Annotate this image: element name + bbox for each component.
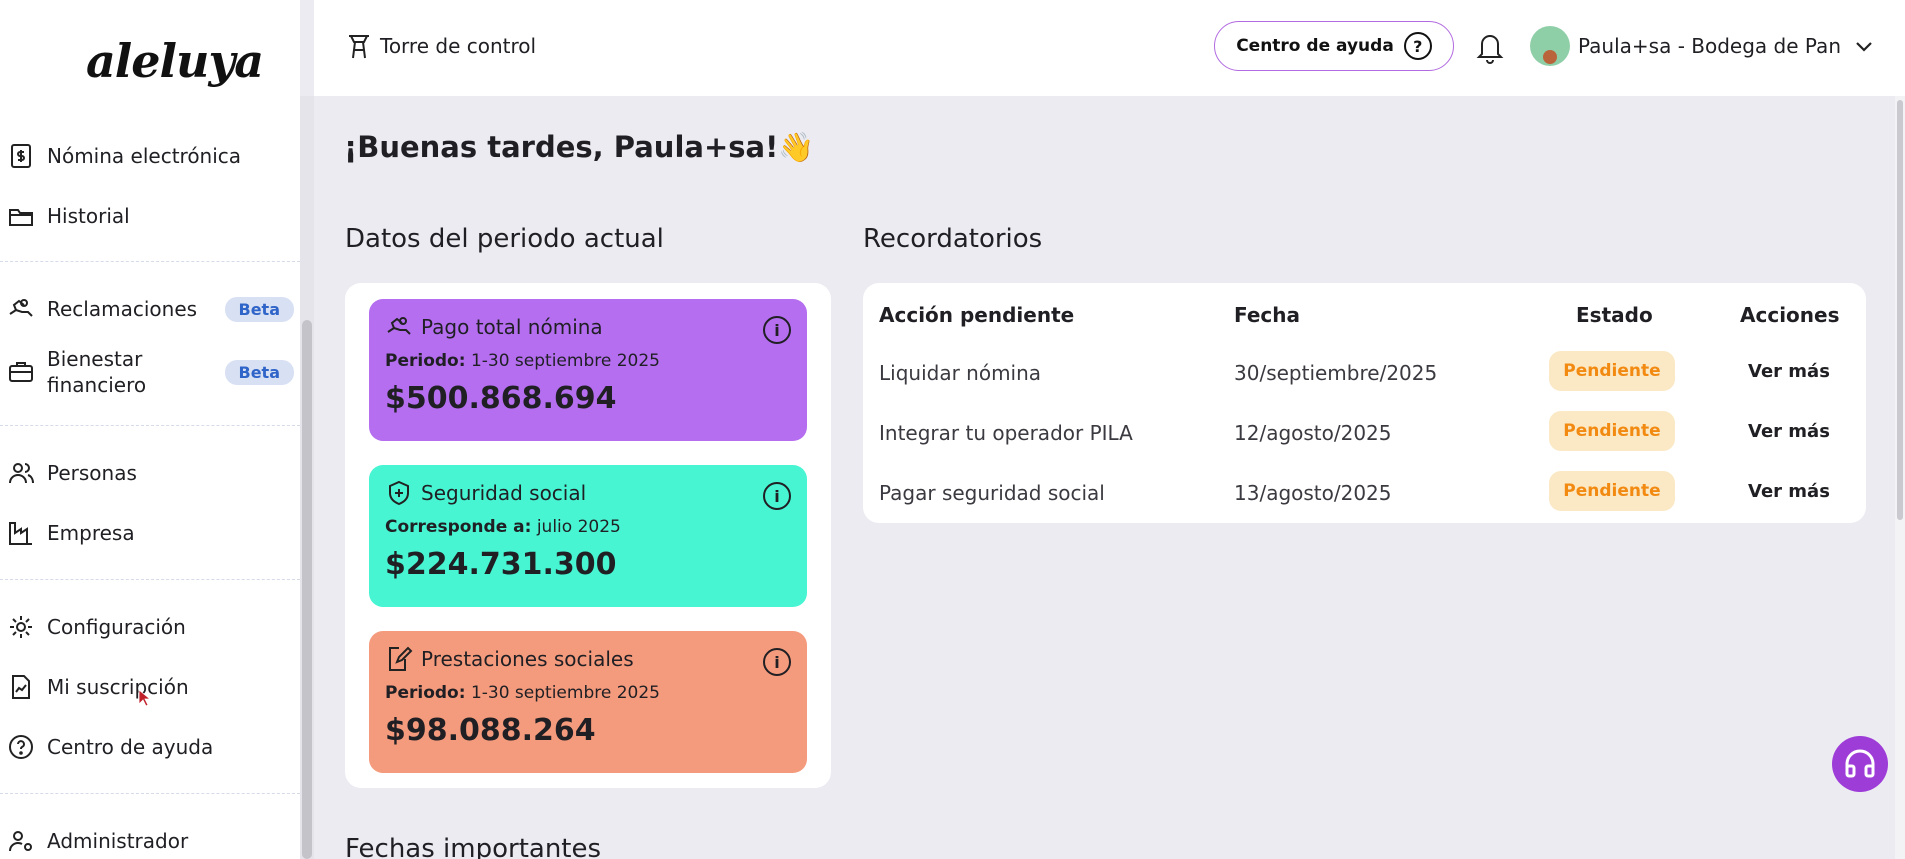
sidebar-item-configuracion[interactable]: Configuración [0, 604, 300, 650]
gear-icon [6, 612, 36, 642]
sidebar-item-label: Empresa [47, 521, 135, 545]
main-scrollbar-thumb[interactable] [1897, 100, 1903, 520]
payroll-document-icon [6, 141, 36, 171]
shield-plus-icon [389, 480, 409, 506]
control-tower-label: Torre de control [380, 34, 537, 58]
period-section-title: Datos del periodo actual [345, 224, 664, 254]
card-subtitle: Periodo: 1-30 septiembre 2025 [385, 683, 660, 703]
important-dates-title: Fechas importantes [345, 834, 602, 859]
card-subtitle: Corresponde a: julio 2025 [385, 517, 621, 537]
status-badge: Pendiente [1549, 471, 1675, 511]
card-title: Prestaciones sociales [421, 647, 634, 671]
help-circle-icon [6, 732, 36, 762]
help-center-label: Centro de ayuda [1236, 36, 1394, 56]
sidebar-item-mi-suscripcion[interactable]: Mi suscripción [0, 664, 300, 710]
sidebar-item-label: Configuración [47, 615, 186, 639]
sidebar-item-administrador[interactable]: Administrador [0, 818, 300, 859]
card-amount: $224.731.300 [385, 547, 617, 582]
control-tower-link[interactable]: Torre de control [346, 32, 536, 60]
sidebar-divider [0, 793, 300, 794]
info-icon[interactable]: i [763, 482, 791, 510]
row-date: 30/septiembre/2025 [1234, 361, 1438, 385]
see-more-link[interactable]: Ver más [1748, 421, 1830, 442]
sidebar-item-label: Nómina electrónica [47, 144, 242, 168]
folder-icon [6, 201, 36, 231]
sidebar-item-reclamaciones[interactable]: Reclamaciones Beta [0, 286, 300, 332]
col-header-status: Estado [1576, 303, 1653, 327]
card-title: Seguridad social [421, 481, 587, 505]
sidebar-divider [0, 579, 300, 580]
topbar: Torre de control Centro de ayuda ? Paula… [314, 0, 1905, 96]
bell-icon[interactable] [1474, 30, 1506, 64]
social-security-card: Seguridad social i Corresponde a: julio … [369, 465, 807, 607]
factory-icon [6, 518, 36, 548]
table-row: Integrar tu operador PILA 12/agosto/2025… [863, 403, 1866, 463]
people-icon [6, 458, 36, 488]
col-header-actions: Acciones [1740, 303, 1840, 327]
headset-icon [1845, 749, 1875, 778]
reminders-table: Acción pendiente Fecha Estado Acciones L… [863, 283, 1866, 523]
sidebar-item-empresa[interactable]: Empresa [0, 510, 300, 556]
briefcase-icon [6, 357, 36, 387]
card-amount: $500.868.694 [385, 381, 617, 416]
sidebar-item-label: Administrador [47, 829, 189, 853]
control-tower-icon [349, 35, 369, 59]
sidebar-item-nomina-electronica[interactable]: Nómina electrónica [0, 133, 300, 179]
beta-badge: Beta [224, 296, 294, 322]
see-more-link[interactable]: Ver más [1748, 361, 1830, 382]
sidebar-item-label: Bienestar financiero [47, 347, 147, 397]
sidebar-item-personas[interactable]: Personas [0, 450, 300, 496]
help-center-button[interactable]: Centro de ayuda ? [1214, 21, 1454, 71]
greeting-heading: ¡Buenas tardes, Paula+sa!👋 [344, 130, 815, 164]
support-chat-button[interactable] [1832, 736, 1888, 792]
sidebar: aleluya Nómina electrónica Historial Rec… [0, 0, 300, 859]
sidebar-item-label: Mi suscripción [47, 675, 189, 699]
sidebar-item-centro-de-ayuda[interactable]: Centro de ayuda [0, 724, 300, 770]
document-edit-icon [389, 646, 413, 671]
period-data-panel: Pago total nómina i Periodo: 1-30 septie… [345, 283, 831, 788]
sidebar-item-label: Centro de ayuda [47, 735, 214, 759]
row-date: 12/agosto/2025 [1234, 421, 1392, 445]
sidebar-item-label: Reclamaciones [47, 297, 198, 321]
sidebar-item-label: Historial [47, 204, 130, 228]
beta-badge: Beta [224, 359, 294, 385]
mouse-cursor-icon [138, 689, 150, 707]
aleluya-logo[interactable]: aleluya [86, 34, 264, 88]
row-date: 13/agosto/2025 [1234, 481, 1392, 505]
question-icon: ? [1403, 32, 1432, 60]
status-badge: Pendiente [1549, 351, 1675, 391]
table-row: Liquidar nómina 30/septiembre/2025 Pendi… [863, 343, 1866, 403]
payroll-total-card: Pago total nómina i Periodo: 1-30 septie… [369, 299, 807, 441]
info-icon[interactable]: i [763, 316, 791, 344]
card-amount: $98.088.264 [385, 713, 596, 748]
status-badge: Pendiente [1549, 411, 1675, 451]
avatar [1530, 26, 1570, 66]
card-title: Pago total nómina [421, 315, 603, 339]
sidebar-item-label: Personas [47, 461, 137, 485]
sidebar-divider [0, 261, 300, 262]
table-row: Pagar seguridad social 13/agosto/2025 Pe… [863, 463, 1866, 523]
sidebar-divider [0, 425, 300, 426]
see-more-link[interactable]: Ver más [1748, 481, 1830, 502]
subscription-icon [6, 672, 36, 702]
sidebar-item-historial[interactable]: Historial [0, 193, 300, 239]
payment-hand-icon [387, 317, 411, 335]
info-icon[interactable]: i [763, 648, 791, 676]
claims-hand-icon [6, 294, 36, 324]
row-action: Integrar tu operador PILA [879, 421, 1133, 445]
row-action: Liquidar nómina [879, 361, 1042, 385]
sidebar-item-bienestar-financiero[interactable]: Bienestar financiero Beta [0, 343, 300, 401]
sidebar-scrollbar-thumb[interactable] [302, 320, 312, 859]
row-action: Pagar seguridad social [879, 481, 1105, 505]
col-header-date: Fecha [1234, 303, 1301, 327]
admin-user-icon [6, 826, 36, 856]
chevron-down-icon [1856, 42, 1872, 52]
user-name: Paula+sa - Bodega de Pan [1578, 34, 1841, 58]
user-menu[interactable]: Paula+sa - Bodega de Pan [1530, 26, 1875, 66]
card-subtitle: Periodo: 1-30 septiembre 2025 [385, 351, 660, 371]
social-benefits-card: Prestaciones sociales i Periodo: 1-30 se… [369, 631, 807, 773]
col-header-action: Acción pendiente [879, 303, 1075, 327]
reminders-section-title: Recordatorios [863, 224, 1043, 254]
